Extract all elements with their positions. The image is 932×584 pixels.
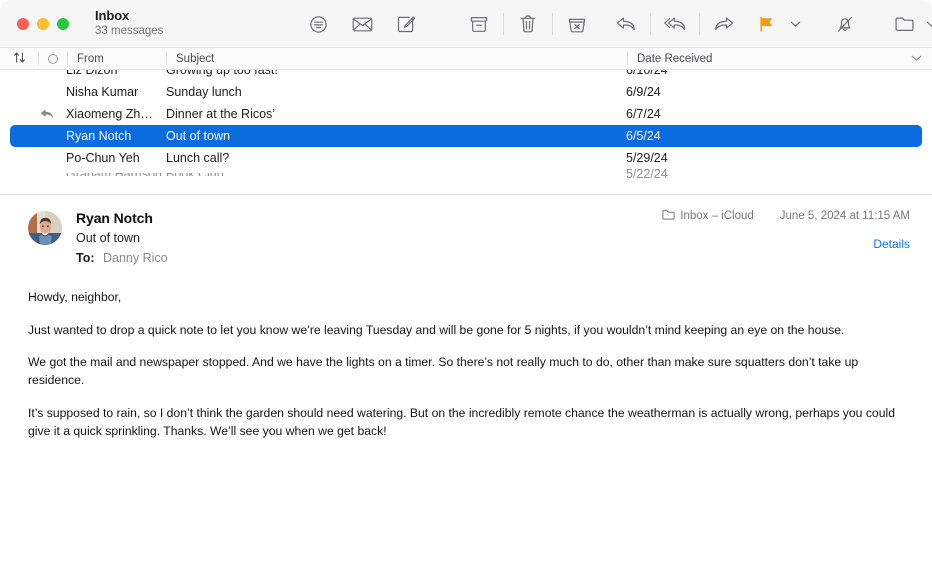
message-date: June 5, 2024 at 11:15 AM bbox=[779, 210, 910, 222]
row-from: Po-Chun Yeh bbox=[66, 151, 140, 165]
mute-bell-icon bbox=[835, 14, 855, 34]
close-button[interactable] bbox=[17, 17, 29, 30]
row-date: 6/5/24 bbox=[626, 129, 661, 143]
row-date: 6/9/24 bbox=[626, 85, 661, 99]
mute-button[interactable] bbox=[823, 7, 867, 41]
table-row[interactable]: Ryan Notch Out of town 6/5/24 bbox=[10, 125, 922, 147]
message-paragraph: We got the mail and newspaper stopped. A… bbox=[28, 355, 859, 388]
to-value[interactable]: Danny Rico bbox=[103, 251, 168, 265]
junk-icon bbox=[567, 15, 587, 34]
filter-icon bbox=[309, 15, 328, 34]
row-date: 5/29/24 bbox=[626, 151, 668, 165]
row-date: 5/22/24 bbox=[626, 169, 668, 180]
message-header: Ryan Notch Out of town To: Danny Rico In… bbox=[0, 195, 932, 266]
table-row[interactable]: Liz Dizon Growing up too fast! 6/10/24 bbox=[0, 70, 932, 81]
archive-button[interactable] bbox=[457, 7, 501, 41]
to-label: To: bbox=[76, 250, 95, 265]
row-subject: Sunday lunch bbox=[166, 85, 242, 99]
flag-icon bbox=[757, 15, 775, 33]
unread-circle-icon bbox=[48, 53, 58, 64]
minimize-button[interactable] bbox=[37, 17, 49, 30]
titlebar: Inbox 33 messages bbox=[0, 0, 932, 48]
filter-button[interactable] bbox=[296, 7, 340, 41]
row-from: Graham Harrison bbox=[66, 173, 166, 177]
chevron-down-icon bbox=[911, 53, 922, 65]
row-subject: Dinner at the Ricos’ bbox=[166, 107, 276, 121]
reply-button[interactable] bbox=[604, 7, 648, 41]
junk-button[interactable] bbox=[555, 7, 599, 41]
replied-icon bbox=[0, 108, 66, 120]
message-paragraph: It’s supposed to rain, so I don’t think … bbox=[28, 405, 895, 438]
window-controls bbox=[0, 17, 69, 30]
sort-arrows-icon bbox=[13, 51, 26, 67]
row-subject: Growing up too fast! bbox=[166, 70, 278, 77]
table-row[interactable]: Nisha Kumar Sunday lunch 6/9/24 bbox=[0, 81, 932, 103]
reply-icon bbox=[615, 15, 637, 33]
message-mailbox-location: Inbox – iCloud bbox=[662, 209, 754, 223]
flag-chevron-down-icon bbox=[790, 15, 801, 33]
move-folder-options-button[interactable] bbox=[922, 7, 932, 41]
mailbox-location-label: Inbox – iCloud bbox=[680, 210, 754, 222]
mail-window: Inbox 33 messages From Subject Date Rece… bbox=[0, 0, 932, 584]
mailbox-title: Inbox 33 messages bbox=[95, 7, 245, 38]
row-date: 6/10/24 bbox=[626, 70, 668, 77]
row-from: Nisha Kumar bbox=[66, 85, 139, 99]
folder-icon bbox=[662, 209, 675, 223]
message-meta-row: Inbox – iCloud June 5, 2024 at 11:15 AM bbox=[662, 209, 910, 223]
column-header-date-label: Date Received bbox=[637, 52, 713, 65]
mailbox-name: Inbox bbox=[95, 7, 130, 23]
sort-order-button[interactable] bbox=[0, 48, 38, 70]
forward-icon bbox=[713, 15, 735, 33]
flag-options-button[interactable] bbox=[786, 7, 804, 41]
table-row[interactable]: Graham HarrisonBook Club5/22/24 bbox=[0, 169, 932, 180]
row-date: 6/7/24 bbox=[626, 107, 661, 121]
compose-button[interactable] bbox=[384, 7, 428, 41]
forward-button[interactable] bbox=[702, 7, 746, 41]
mark-unread-envelope-icon bbox=[352, 16, 373, 33]
message-sender: Ryan Notch bbox=[76, 210, 153, 226]
message-subject: Out of town bbox=[76, 231, 140, 246]
row-subject: Lunch call? bbox=[166, 151, 230, 165]
message-list[interactable]: Liz Dizon Growing up too fast! 6/10/24 Nish… bbox=[0, 70, 932, 195]
table-row[interactable]: Xiaomeng Zh… Dinner at the Ricos’ 6/7/24 bbox=[0, 103, 932, 125]
row-from: Xiaomeng Zh… bbox=[66, 107, 153, 121]
compose-icon bbox=[396, 14, 416, 34]
delete-button[interactable] bbox=[506, 7, 550, 41]
message-header-meta: Inbox – iCloud June 5, 2024 at 11:15 AM … bbox=[662, 209, 910, 251]
flag-button[interactable] bbox=[746, 7, 786, 41]
mark-unread-button[interactable] bbox=[340, 7, 384, 41]
list-column-header: From Subject Date Received bbox=[0, 48, 932, 70]
archive-icon bbox=[469, 15, 489, 34]
reading-pane: Ryan Notch Out of town To: Danny Rico In… bbox=[0, 195, 932, 584]
message-paragraph: Howdy, neighbor, bbox=[28, 290, 122, 305]
message-body: Howdy, neighbor, Just wanted to drop a qu… bbox=[0, 266, 932, 440]
message-recipients: To: Danny Rico bbox=[76, 250, 168, 267]
message-header-text: Ryan Notch Out of town To: Danny Rico bbox=[76, 209, 168, 266]
column-header-unread[interactable] bbox=[39, 48, 67, 70]
row-from: Ryan Notch bbox=[66, 129, 132, 143]
move-folder-button[interactable] bbox=[886, 7, 922, 41]
row-subject: Book Club bbox=[166, 173, 626, 177]
toolbar-divider bbox=[699, 13, 700, 35]
column-header-date-received[interactable]: Date Received bbox=[628, 48, 932, 70]
zoom-button[interactable] bbox=[57, 17, 69, 30]
avatar bbox=[28, 211, 62, 245]
move-folder-icon bbox=[894, 15, 915, 33]
column-header-from[interactable]: From bbox=[68, 48, 166, 70]
reply-all-button[interactable] bbox=[653, 7, 697, 41]
toolbar bbox=[296, 0, 932, 48]
message-count: 33 messages bbox=[95, 24, 164, 37]
table-row[interactable]: Po-Chun Yeh Lunch call? 5/29/24 bbox=[0, 147, 932, 169]
row-from: Liz Dizon bbox=[66, 70, 118, 77]
column-header-subject[interactable]: Subject bbox=[167, 48, 627, 70]
reply-all-icon bbox=[663, 15, 687, 33]
delete-trash-icon bbox=[519, 14, 537, 34]
message-paragraph: Just wanted to drop a quick note to let … bbox=[28, 322, 845, 337]
details-link[interactable]: Details bbox=[662, 237, 910, 251]
toolbar-divider bbox=[503, 13, 504, 35]
toolbar-divider bbox=[552, 13, 553, 35]
toolbar-divider bbox=[650, 13, 651, 35]
row-subject: Out of town bbox=[166, 129, 230, 143]
move-folder-chevron-down-icon bbox=[926, 15, 932, 33]
